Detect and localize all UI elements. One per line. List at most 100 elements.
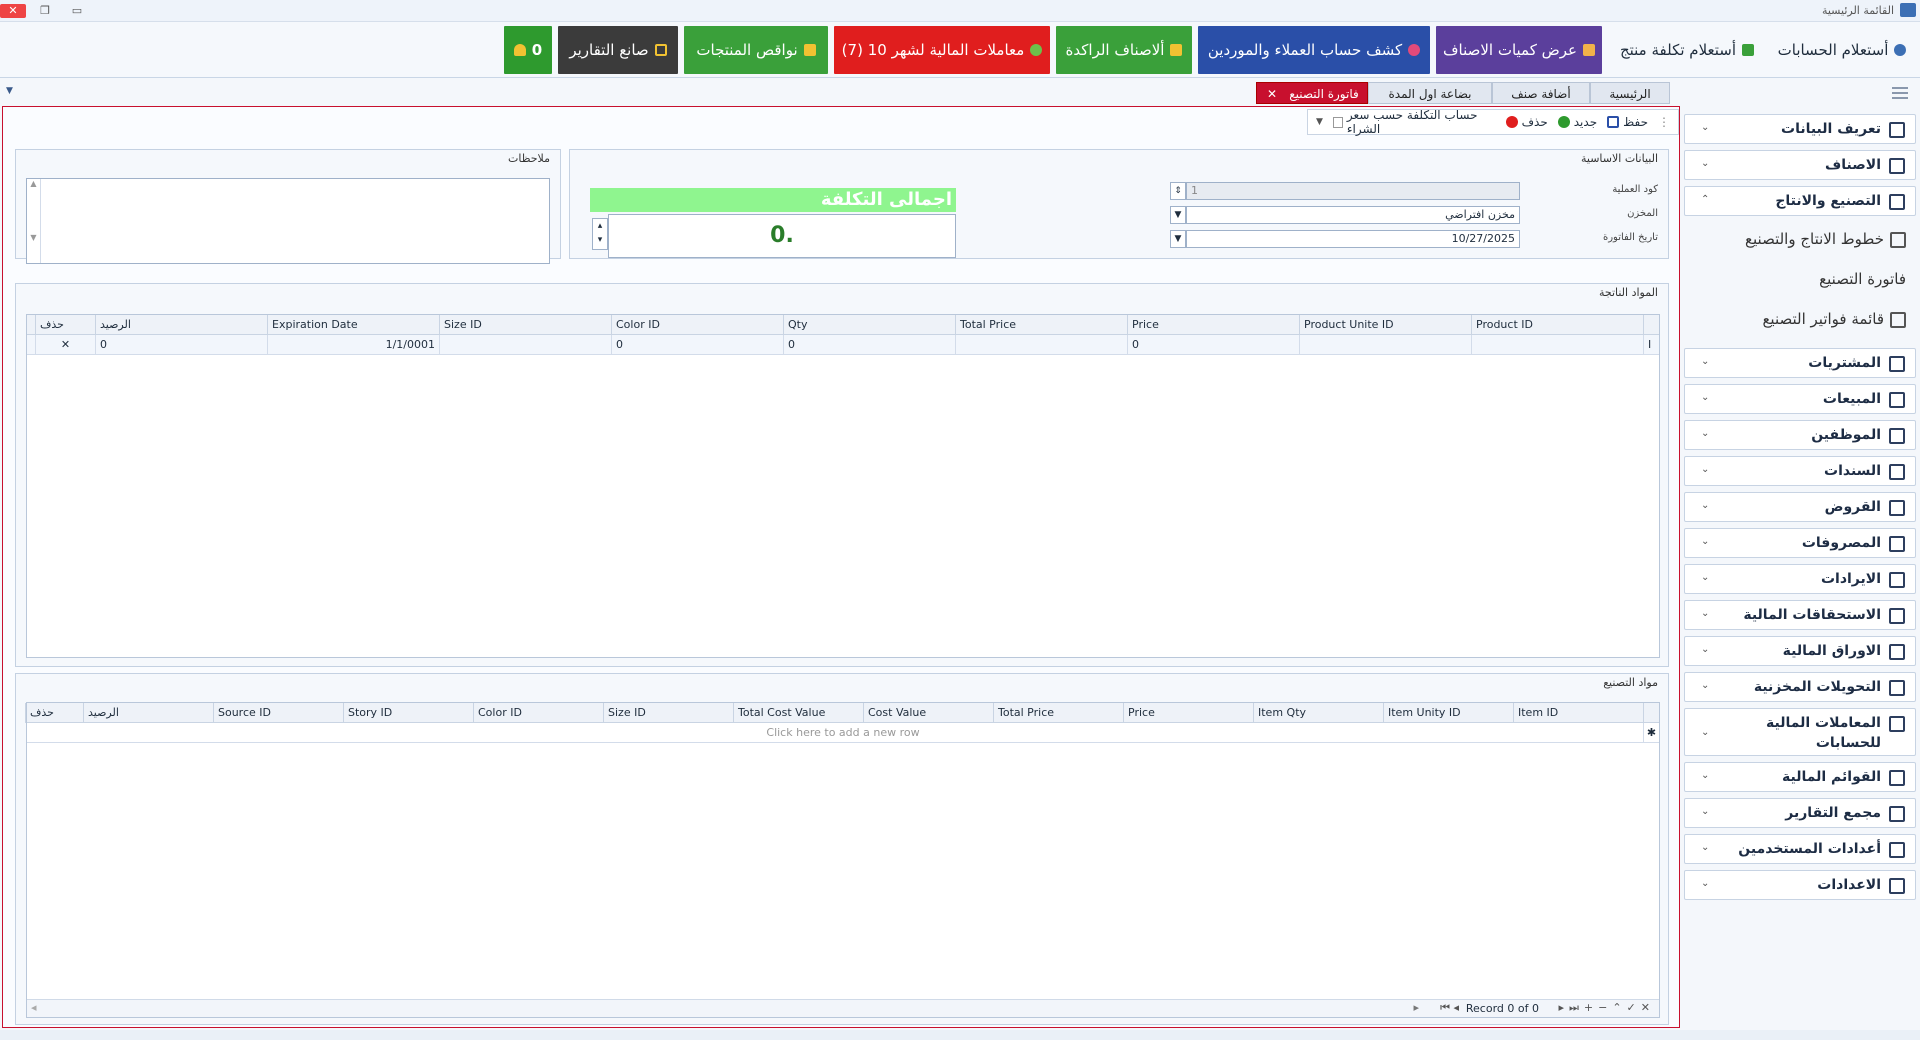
chevron-down-icon[interactable]: ⌄: [1701, 158, 1709, 169]
column-header[interactable]: Size ID: [603, 703, 733, 723]
chevron-down-icon[interactable]: ⌄: [1701, 392, 1709, 403]
column-header[interactable]: Product Unite ID: [1299, 315, 1471, 335]
new-button[interactable]: جديد: [1557, 115, 1597, 129]
product-shortages-button[interactable]: نواقص المنتجات: [684, 26, 828, 74]
column-header[interactable]: Cost Value: [863, 703, 993, 723]
sidebar-group-2[interactable]: الاصناف ⌄: [1684, 150, 1916, 180]
sidebar-group-15[interactable]: القوائم المالية ⌄: [1684, 762, 1916, 792]
op-code-field[interactable]: 1: [1186, 182, 1520, 200]
chevron-down-icon[interactable]: ⌄: [1701, 572, 1709, 583]
sidebar-group-16[interactable]: مجمع التقارير ⌄: [1684, 798, 1916, 828]
chevron-down-icon[interactable]: ⌄: [1701, 608, 1709, 619]
checkbox-icon[interactable]: [1332, 116, 1343, 128]
sidebar-group-13[interactable]: التحويلات المخزنية ⌄: [1684, 672, 1916, 702]
column-header[interactable]: الرصيد: [83, 703, 213, 723]
report-builder-button[interactable]: صانع التقارير: [558, 26, 678, 74]
sidebar-group-11[interactable]: الاستحقاقات المالية ⌄: [1684, 600, 1916, 630]
sidebar-group-12[interactable]: الاوراق المالية ⌄: [1684, 636, 1916, 666]
chevron-down-icon[interactable]: ▼: [1316, 117, 1323, 127]
tabs-dropdown-icon[interactable]: ▼: [6, 86, 13, 96]
stagnant-items-button[interactable]: ألاصناف الراكدة: [1056, 26, 1192, 74]
chevron-down-icon[interactable]: ⌄: [1701, 500, 1709, 511]
product-cost-inquiry-button[interactable]: أستعلام تكلفة منتج: [1614, 26, 1760, 74]
column-header[interactable]: Color ID: [473, 703, 603, 723]
chevron-down-icon[interactable]: ⌄: [1701, 842, 1709, 853]
sidebar-subitem-1[interactable]: خطوط الانتاج والتصنيع: [1745, 230, 1906, 248]
op-code-spinner[interactable]: ⇕: [1170, 182, 1186, 200]
cell-size-id[interactable]: [439, 335, 611, 355]
chevron-down-icon[interactable]: ⌄: [1701, 680, 1709, 691]
sidebar-group-1[interactable]: تعريف البيانات ⌄: [1684, 114, 1916, 144]
delete-button[interactable]: حذف: [1505, 115, 1548, 129]
store-select[interactable]: مخزن افتراضي: [1186, 206, 1520, 224]
cell-price[interactable]: 0: [1127, 335, 1299, 355]
items-quantities-button[interactable]: عرض كميات الاصناف: [1436, 26, 1602, 74]
cell-expiration[interactable]: 1/1/0001: [267, 335, 439, 355]
column-header[interactable]: Source ID: [213, 703, 343, 723]
restore-window-button[interactable]: ❐: [32, 4, 58, 18]
chevron-down-icon[interactable]: ⌄: [1701, 428, 1709, 439]
column-header[interactable]: حذف: [35, 315, 95, 335]
sidebar-subitem-3[interactable]: قائمة فواتير التصنيع: [1762, 310, 1906, 328]
store-dropdown-icon[interactable]: ▼: [1170, 206, 1186, 224]
date-dropdown-icon[interactable]: ▼: [1170, 230, 1186, 248]
delete-row-button[interactable]: ✕: [35, 335, 95, 355]
column-header[interactable]: Item ID: [1513, 703, 1643, 723]
column-header[interactable]: Story ID: [343, 703, 473, 723]
chevron-down-icon[interactable]: ⌄: [1701, 644, 1709, 655]
column-header[interactable]: Total Price: [955, 315, 1127, 335]
notes-scrollbar[interactable]: ▲ ▼: [27, 179, 41, 263]
column-header[interactable]: الرصيد: [95, 315, 267, 335]
chevron-down-icon[interactable]: ⌄: [1701, 536, 1709, 547]
minimize-window-button[interactable]: ▭: [64, 4, 90, 18]
accounts-inquiry-button[interactable]: أستعلام الحسابات: [1772, 26, 1912, 74]
monthly-transactions-button[interactable]: معاملات المالية لشهر 10 (7): [834, 26, 1050, 74]
account-statement-button[interactable]: كشف حساب العملاء والموردين: [1198, 26, 1430, 74]
first-record-icon[interactable]: ⏮ ◂: [1440, 1001, 1459, 1015]
column-header[interactable]: Item Unity ID: [1383, 703, 1513, 723]
scroll-right-icon[interactable]: ▸: [1413, 1001, 1419, 1014]
cell-qty[interactable]: 0: [783, 335, 955, 355]
chevron-down-icon[interactable]: ⌄: [1701, 727, 1709, 738]
sidebar-group-7[interactable]: السندات ⌄: [1684, 456, 1916, 486]
chevron-down-icon[interactable]: ⌄: [1701, 806, 1709, 817]
column-header[interactable]: Color ID: [611, 315, 783, 335]
scroll-left-icon[interactable]: ◂: [31, 1001, 37, 1014]
cost-by-purchase-checkbox[interactable]: حساب التكلفة حسب سعر الشراء: [1332, 108, 1496, 136]
column-header[interactable]: حذف: [25, 703, 83, 723]
new-row[interactable]: ✱ Click here to add a new row: [27, 723, 1659, 743]
column-header[interactable]: Total Price: [993, 703, 1123, 723]
column-header[interactable]: Total Cost Value: [733, 703, 863, 723]
sidebar-subitem-2[interactable]: فاتورة التصنيع: [1819, 270, 1906, 288]
sidebar-group-10[interactable]: الايرادات ⌄: [1684, 564, 1916, 594]
column-header[interactable]: Qty: [783, 315, 955, 335]
chevron-down-icon[interactable]: ⌄: [1701, 356, 1709, 367]
column-header[interactable]: Size ID: [439, 315, 611, 335]
sidebar-group-3[interactable]: التصنيع والانتاج ⌃: [1684, 186, 1916, 216]
tab-home[interactable]: الرئيسية: [1590, 82, 1670, 104]
sidebar-group-8[interactable]: القروض ⌄: [1684, 492, 1916, 522]
column-header[interactable]: Price: [1123, 703, 1253, 723]
sidebar-group-5[interactable]: المبيعات ⌄: [1684, 384, 1916, 414]
column-header[interactable]: Expiration Date: [267, 315, 439, 335]
sidebar-group-17[interactable]: أعدادات المستخدمين ⌄: [1684, 834, 1916, 864]
column-header[interactable]: Price: [1127, 315, 1299, 335]
save-button[interactable]: حفظ: [1607, 115, 1648, 129]
tab-add-item[interactable]: أضافة صنف: [1492, 82, 1590, 104]
sidebar-group-4[interactable]: المشتريات ⌄: [1684, 348, 1916, 378]
close-window-button[interactable]: ✕: [0, 4, 26, 18]
close-tab-icon[interactable]: ✕: [1267, 83, 1277, 105]
invoice-date-field[interactable]: 10/27/2025: [1186, 230, 1520, 248]
notes-textarea[interactable]: ▲ ▼: [26, 178, 550, 264]
chevron-down-icon[interactable]: ⌄: [1701, 464, 1709, 475]
chevron-down-icon[interactable]: ⌄: [1701, 878, 1709, 889]
cost-spinner[interactable]: ▴ ▾: [592, 218, 608, 250]
chevron-up-icon[interactable]: ⌃: [1701, 194, 1709, 205]
cell-color-id[interactable]: 0: [611, 335, 783, 355]
cell-balance[interactable]: 0: [95, 335, 267, 355]
sidebar-group-14[interactable]: المعاملات المالية للحسابات ⌄: [1684, 708, 1916, 756]
sidebar-group-18[interactable]: الاعدادات ⌄: [1684, 870, 1916, 900]
column-header[interactable]: Item Qty: [1253, 703, 1383, 723]
new-row-hint[interactable]: Click here to add a new row: [766, 723, 919, 742]
navigator-buttons-icon[interactable]: ▸⏭+−⌃✓✕: [1558, 1001, 1655, 1015]
